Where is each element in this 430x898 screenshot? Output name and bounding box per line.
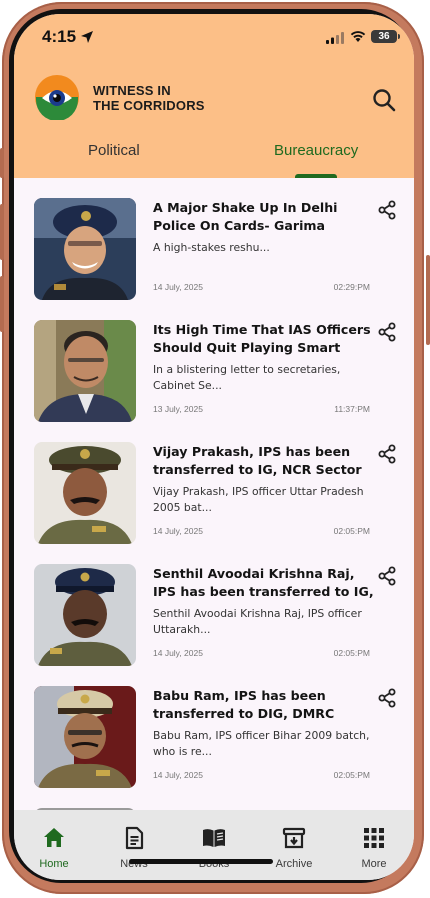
location-arrow-icon [81, 31, 93, 43]
share-icon[interactable] [377, 444, 397, 464]
nav-more[interactable]: More [334, 810, 414, 880]
article-title[interactable]: Its High Time That IAS Officers Should Q… [153, 321, 375, 357]
status-bar: 4:15 36 [14, 14, 414, 58]
article-title[interactable]: Vijay Prakash, IPS has been transferred … [153, 443, 375, 479]
tab-bureaucracy[interactable]: Bureaucracy [274, 142, 358, 159]
article-snippet: Babu Ram, IPS officer Bihar 2009 batch, … [153, 729, 370, 758]
battery-indicator: 36 [371, 30, 397, 43]
article-card[interactable]: Babu Ram, IPS has been transferred to DI… [14, 666, 414, 788]
grid-icon [364, 828, 384, 848]
brand-line-1: WITNESS IN [93, 83, 171, 98]
nav-more-label: More [361, 858, 387, 870]
home-indicator[interactable] [129, 859, 273, 864]
share-icon[interactable] [377, 688, 397, 708]
cellular-signal-icon [326, 32, 344, 44]
wifi-icon [350, 31, 366, 42]
books-icon [203, 829, 225, 847]
app-header: 4:15 36 WITNESS IN THE CORRIDORS Politic… [14, 14, 414, 178]
nav-books[interactable]: Books [174, 810, 254, 880]
article-card[interactable]: Vijay Prakash, IPS has been transferred … [14, 422, 414, 544]
article-thumbnail [34, 686, 136, 788]
article-thumbnail [34, 442, 136, 544]
article-time: 11:37:PM [334, 404, 370, 414]
article-card[interactable] [14, 788, 414, 810]
article-date: 14 July, 2025 [153, 770, 203, 780]
brand-line-2: THE CORRIDORS [93, 98, 205, 113]
app-screen: 4:15 36 WITNESS IN THE CORRIDORS Politic… [14, 14, 414, 880]
share-icon[interactable] [377, 322, 397, 342]
article-date: 14 July, 2025 [153, 648, 203, 658]
home-icon [44, 828, 64, 847]
article-title[interactable]: Senthil Avoodai Krishna Raj, IPS has bee… [153, 565, 375, 601]
eye-logo-icon [35, 75, 79, 120]
search-icon[interactable] [370, 86, 398, 114]
phone-power-button [426, 255, 430, 345]
article-date: 14 July, 2025 [153, 282, 203, 292]
brand-name: WITNESS IN THE CORRIDORS [93, 83, 233, 113]
article-time: 02:05:PM [333, 526, 370, 536]
tab-political[interactable]: Political [88, 142, 140, 159]
article-thumbnail [34, 198, 136, 300]
share-icon[interactable] [377, 200, 397, 220]
phone-volume-up-button [0, 204, 4, 260]
article-thumbnail [34, 564, 136, 666]
nav-archive[interactable]: Archive [254, 810, 334, 880]
article-time: 02:05:PM [333, 648, 370, 658]
article-title[interactable]: Babu Ram, IPS has been transferred to DI… [153, 687, 375, 723]
status-time: 4:15 [42, 27, 77, 46]
phone-volume-down-button [0, 276, 4, 332]
battery-tip [398, 34, 400, 39]
article-title[interactable]: A Major Shake Up In Delhi Police On Card… [153, 199, 375, 235]
article-thumbnail [34, 320, 136, 422]
article-snippet: Vijay Prakash, IPS officer Uttar Pradesh… [153, 485, 364, 514]
news-icon [125, 826, 144, 850]
article-time: 02:05:PM [333, 770, 370, 780]
article-card[interactable]: A Major Shake Up In Delhi Police On Card… [14, 178, 414, 300]
article-time: 02:29:PM [333, 282, 370, 292]
article-date: 14 July, 2025 [153, 526, 203, 536]
nav-home[interactable]: Home [14, 810, 94, 880]
archive-icon [282, 827, 306, 849]
article-card[interactable]: Senthil Avoodai Krishna Raj, IPS has bee… [14, 544, 414, 666]
article-feed[interactable]: A Major Shake Up In Delhi Police On Card… [14, 178, 414, 810]
bottom-navigation: Home News Books Archive More [14, 810, 414, 880]
article-snippet: Senthil Avoodai Krishna Raj, IPS officer… [153, 607, 362, 636]
article-date: 13 July, 2025 [153, 404, 203, 414]
nav-news[interactable]: News [94, 810, 174, 880]
phone-mute-button [0, 148, 4, 178]
nav-home-label: Home [39, 858, 69, 870]
article-snippet: In a blistering letter to secretaries, C… [153, 363, 341, 392]
article-card[interactable]: Its High Time That IAS Officers Should Q… [14, 300, 414, 422]
article-snippet: A high-stakes reshu... [153, 241, 270, 254]
share-icon[interactable] [377, 566, 397, 586]
